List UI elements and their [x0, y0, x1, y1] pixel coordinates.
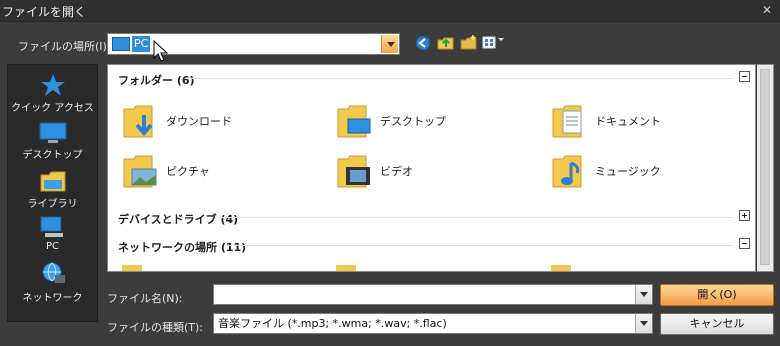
expand-icon[interactable]	[739, 210, 750, 221]
item-name: デスクトップ	[380, 115, 446, 128]
location-combo[interactable]: PC	[107, 33, 400, 55]
pc-icon	[40, 216, 63, 237]
folder-item-desktop[interactable]: デスクトップ	[336, 101, 516, 141]
group-divider	[226, 245, 733, 246]
open-button[interactable]: 開く(O)	[660, 284, 774, 306]
group-header-devices[interactable]: デバイスとドライブ (4)	[118, 211, 238, 227]
filename-input[interactable]	[213, 284, 653, 305]
filetype-label: ファイルの種類(T):	[107, 321, 204, 334]
places-sidebar: クイック アクセス デスクトップ ライブラリ PC ネットワーク	[7, 64, 98, 322]
star-icon	[40, 74, 65, 96]
item-name: ダウンロード	[166, 115, 232, 128]
sidebar-item-label: PC	[45, 241, 59, 252]
file-list-pane[interactable]: フォルダー (6) ダウンロード デスクトップ ドキュメント ピクチャ ビデオ …	[107, 64, 756, 272]
sidebar-item-label: クイック アクセス	[11, 103, 94, 114]
title-bar: ファイルを開く ✕	[0, 0, 780, 22]
new-folder-icon[interactable]	[460, 34, 478, 52]
sidebar-item-quick-access[interactable]: クイック アクセス	[8, 73, 97, 114]
collapse-icon[interactable]	[739, 238, 750, 249]
folder-item-music[interactable]: ミュージック	[551, 151, 731, 191]
window-title: ファイルを開く	[2, 5, 87, 19]
back-icon[interactable]	[414, 34, 432, 52]
group-header-network[interactable]: ネットワークの場所 (11)	[118, 239, 246, 255]
chevron-down-icon[interactable]	[635, 314, 652, 333]
group-divider	[220, 217, 733, 218]
sidebar-item-desktop[interactable]: デスクトップ	[8, 122, 97, 161]
documents-folder-icon	[552, 105, 582, 138]
group-divider	[188, 78, 733, 79]
sidebar-item-pc[interactable]: PC	[8, 215, 97, 252]
chevron-down-icon[interactable]	[635, 285, 652, 304]
view-menu-icon[interactable]	[482, 34, 508, 52]
up-folder-icon[interactable]	[437, 34, 455, 52]
location-label: ファイルの場所(I):	[18, 40, 111, 53]
filetype-select[interactable]: 音楽ファイル (*.mp3; *.wma; *.wav; *.flac)	[213, 313, 653, 334]
folder-item-videos[interactable]: ビデオ	[336, 151, 516, 191]
sidebar-item-label: ネットワーク	[22, 293, 83, 304]
sidebar-item-label: ライブラリ	[27, 199, 78, 210]
cancel-button[interactable]: キャンセル	[660, 313, 774, 335]
pc-icon	[112, 37, 130, 51]
sidebar-item-library[interactable]: ライブラリ	[8, 169, 97, 210]
chevron-down-icon[interactable]	[381, 35, 398, 53]
pictures-folder-icon	[123, 155, 157, 188]
sidebar-item-label: デスクトップ	[22, 150, 83, 161]
videos-folder-icon	[337, 155, 370, 188]
library-icon	[40, 171, 65, 192]
folder-item-downloads[interactable]: ダウンロード	[122, 101, 302, 141]
item-name: ドキュメント	[595, 115, 661, 128]
downloads-folder-icon	[123, 105, 153, 138]
close-icon[interactable]: ✕	[760, 3, 774, 17]
network-item-partial[interactable]	[336, 265, 356, 271]
folder-item-documents[interactable]: ドキュメント	[551, 101, 731, 141]
network-item-partial[interactable]	[122, 265, 142, 271]
mouse-cursor-icon	[153, 40, 169, 62]
network-item-partial[interactable]	[551, 265, 571, 271]
folder-item-pictures[interactable]: ピクチャ	[122, 151, 302, 191]
filename-label: ファイル名(N):	[107, 292, 183, 305]
location-value: PC	[132, 36, 151, 52]
filetype-value: 音楽ファイル (*.mp3; *.wma; *.wav; *.flac)	[218, 317, 447, 330]
group-header-folders[interactable]: フォルダー (6)	[118, 72, 195, 88]
desktop-icon	[39, 122, 66, 143]
collapse-icon[interactable]	[739, 71, 750, 82]
item-name: ピクチャ	[166, 165, 210, 178]
network-icon	[42, 262, 65, 283]
item-name: ビデオ	[380, 165, 413, 178]
desktop-folder-icon	[337, 105, 371, 138]
music-folder-icon	[552, 155, 582, 188]
sidebar-item-network[interactable]: ネットワーク	[8, 261, 97, 304]
item-name: ミュージック	[595, 165, 661, 178]
vertical-scrollbar[interactable]	[757, 64, 774, 272]
scrollbar-thumb[interactable]	[760, 69, 770, 265]
